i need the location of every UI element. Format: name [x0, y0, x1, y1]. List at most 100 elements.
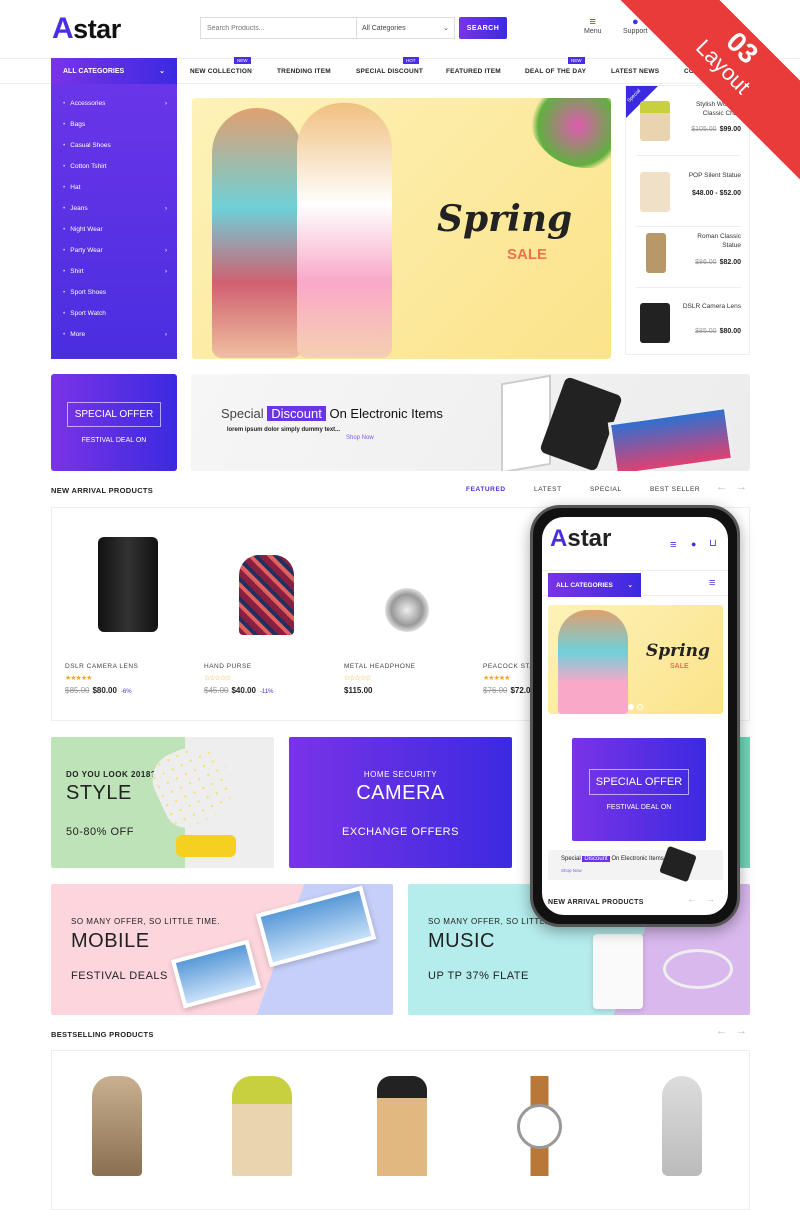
model-image	[212, 108, 302, 358]
mobile-screen: Astar ≡ ● ⊔ ALL CATEGORIES ⌄ ≡ Spring SAL…	[542, 517, 728, 915]
earphones-image	[663, 949, 733, 989]
sidebar-item-sport-watch[interactable]: • Sport Watch	[63, 310, 167, 317]
special-product[interactable]: Roman Classic Statue $86.00 $82.00	[636, 218, 741, 288]
sidebar-item-shirt[interactable]: • Shirt ›	[63, 268, 167, 275]
product-image	[65, 522, 190, 647]
chevron-right-icon: ›	[164, 247, 167, 254]
slider-dot[interactable]	[637, 704, 643, 710]
arrow-right-icon[interactable]: →	[706, 894, 715, 904]
all-categories-button[interactable]: ALL CATEGORIES ⌄	[51, 58, 177, 84]
sidebar-item-bags[interactable]: • Bags	[63, 121, 167, 128]
category-select[interactable]: All Categories ⌄	[356, 18, 454, 38]
sidebar-item-night-wear[interactable]: • Night Wear	[63, 226, 167, 233]
product-image	[204, 522, 329, 647]
menu-button[interactable]: ≡ Menu	[584, 16, 602, 36]
camera-banner[interactable]: HOME SECURITY CAMERA EXCHANGE OFFERS	[289, 737, 512, 868]
tab-special[interactable]: SPECIAL	[590, 486, 622, 493]
discount-banner[interactable]: Special Discount On Electronic Items Sho…	[548, 845, 723, 883]
mobile-logo: Astar	[550, 525, 612, 552]
logo[interactable]: Astar	[52, 12, 121, 46]
discount-banner[interactable]: Special Discount On Electronic Items lor…	[191, 374, 750, 471]
product-image[interactable]	[92, 1076, 142, 1176]
special-product[interactable]: POP Silent Statue $48.00 - $52.00	[636, 157, 741, 227]
new-badge: NEW	[234, 57, 251, 64]
product-image	[640, 303, 670, 343]
all-categories-button[interactable]: ALL CATEGORIES ⌄	[548, 573, 641, 597]
music-player-image	[593, 934, 643, 1009]
tablet-image	[170, 939, 262, 1009]
product-image[interactable]	[662, 1076, 702, 1176]
pouch-image	[143, 737, 244, 835]
menu-icon[interactable]: ≡	[709, 577, 715, 589]
arrow-left-icon[interactable]: ←	[687, 894, 696, 904]
special-products-panel: Special Stylish Wooden Classic Chair $105…	[625, 85, 750, 355]
arrow-left-icon[interactable]: ←	[716, 481, 727, 493]
flowers-image	[527, 98, 611, 168]
mobile-hero[interactable]: Spring SALE	[548, 605, 723, 714]
search-input[interactable]	[201, 18, 356, 38]
nav-latest-news[interactable]: LATEST NEWS	[611, 58, 659, 84]
sidebar-item-jeans[interactable]: • Jeans ›	[63, 205, 167, 212]
mobile-preview: Astar ≡ ● ⊔ ALL CATEGORIES ⌄ ≡ Spring SAL…	[530, 505, 740, 927]
product-image[interactable]	[232, 1076, 292, 1176]
section-title: BESTSELLING PRODUCTS	[51, 1030, 154, 1039]
arrow-right-icon[interactable]: →	[736, 1025, 747, 1037]
tab-featured[interactable]: FEATURED	[466, 486, 506, 493]
slider-dot[interactable]	[628, 704, 634, 710]
chevron-down-icon: ⌄	[443, 25, 449, 32]
chevron-right-icon: ›	[164, 268, 167, 275]
model-image	[297, 103, 392, 358]
sunglasses-image	[176, 835, 236, 857]
special-offer-banner[interactable]: SPECIAL OFFER FESTIVAL DEAL ON	[572, 738, 706, 841]
mobile-banner[interactable]: SO MANY OFFER, SO LITTLE TIME. MOBILE FE…	[51, 884, 393, 1015]
tablet-image	[607, 405, 735, 471]
category-sidebar: • Accessories › • Bags • Casual Shoes • Cotto…	[51, 84, 177, 359]
hero-slider[interactable]: Spring SALE	[192, 98, 611, 359]
rating-stars: ☆☆☆☆☆	[204, 675, 231, 682]
product-image[interactable]	[377, 1076, 427, 1176]
chevron-down-icon: ⌄	[159, 68, 165, 75]
special-offer-banner[interactable]: SPECIAL OFFER FESTIVAL DEAL ON	[51, 374, 177, 471]
rating-stars: ☆☆☆☆☆	[344, 675, 371, 682]
sidebar-item-accessories[interactable]: • Accessories ›	[63, 100, 167, 107]
cart-icon[interactable]: ⊔	[709, 538, 717, 549]
chevron-right-icon: ›	[164, 331, 167, 338]
sidebar-item-hat[interactable]: • Hat	[63, 184, 167, 191]
new-badge: NEW	[568, 57, 585, 64]
tab-latest[interactable]: LATEST	[534, 486, 562, 493]
product-image	[640, 101, 670, 141]
hot-badge: HOT	[403, 57, 419, 64]
tablet-image	[255, 885, 377, 968]
product-card[interactable]: METAL HEADPHONE ☆☆☆☆☆ $115.00	[344, 522, 469, 695]
arrow-left-icon[interactable]: ←	[716, 1025, 727, 1037]
hero-subtitle: SALE	[507, 246, 548, 263]
chevron-right-icon: ›	[164, 100, 167, 107]
sidebar-item-casual-shoes[interactable]: • Casual Shoes	[63, 142, 167, 149]
nav-featured-item[interactable]: FEATURED ITEM	[446, 58, 501, 84]
hero-title: Spring	[437, 198, 573, 240]
product-card[interactable]: DSLR CAMERA LENS ★★★★★ $85.00 $80.00 -6%	[65, 522, 190, 695]
tab-best-seller[interactable]: BEST SELLER	[650, 486, 700, 493]
search-bar: All Categories⌄	[200, 17, 455, 39]
shop-now-link[interactable]: Shop Now	[346, 435, 374, 441]
product-image	[344, 522, 469, 647]
sidebar-item-sport-shoes[interactable]: • Sport Shoes	[63, 289, 167, 296]
search-button[interactable]: SEARCH	[459, 17, 507, 39]
arrow-right-icon[interactable]: →	[736, 481, 747, 493]
product-image[interactable]	[517, 1076, 562, 1176]
menu-icon: ≡	[589, 16, 596, 28]
sidebar-item-party-wear[interactable]: • Party Wear ›	[63, 247, 167, 254]
chevron-right-icon: ›	[164, 205, 167, 212]
product-image	[646, 233, 666, 273]
user-icon[interactable]: ●	[691, 539, 696, 549]
rating-stars: ★★★★★	[65, 675, 92, 682]
nav-trending-item[interactable]: TRENDING ITEM	[277, 58, 331, 84]
menu-icon[interactable]: ≡	[670, 539, 676, 551]
tablet-image	[501, 374, 551, 471]
special-product[interactable]: DSLR Camera Lens $85.00 $80.00	[636, 288, 741, 358]
sidebar-item-more[interactable]: • More ›	[63, 331, 167, 338]
product-card[interactable]: HAND PURSE ☆☆☆☆☆ $45.00 $40.00 -11%	[204, 522, 329, 695]
style-banner[interactable]: DO YOU LOOK 2018? STYLE 50-80% OFF	[51, 737, 274, 868]
sidebar-item-cotton-tshirt[interactable]: • Cotton Tshirt	[63, 163, 167, 170]
section-title: NEW ARRIVAL PRODUCTS	[51, 486, 154, 495]
